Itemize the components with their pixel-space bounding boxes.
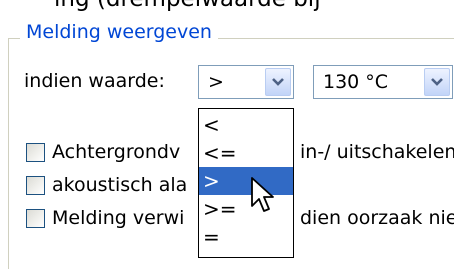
mouse-pointer-icon bbox=[251, 177, 274, 212]
threshold-value: 130 °C bbox=[323, 71, 389, 93]
chevron-down-icon bbox=[431, 78, 443, 86]
operator-option-eq[interactable]: = bbox=[199, 223, 293, 251]
operator-option-lte[interactable]: <= bbox=[199, 139, 293, 167]
checkbox-background-label-tail: in-/ uitschakelen bbox=[300, 141, 454, 163]
cropped-header-text: ing (drempelwaarde bij bbox=[54, 0, 454, 12]
checkbox-remove-message[interactable] bbox=[26, 209, 45, 228]
condition-label: indien waarde: bbox=[24, 70, 165, 92]
checkbox-remove-label: Melding verwi bbox=[52, 207, 185, 229]
threshold-combobox[interactable]: 130 °C bbox=[313, 65, 453, 99]
operator-option-gte[interactable]: >= bbox=[199, 195, 293, 223]
checkbox-remove-label-tail: dien oorzaak nie bbox=[300, 207, 454, 229]
operator-option-lt[interactable]: < bbox=[199, 111, 293, 139]
operator-dropdown-button[interactable] bbox=[265, 68, 291, 96]
checkbox-background[interactable] bbox=[26, 143, 45, 162]
operator-option-gt[interactable]: > bbox=[199, 167, 293, 195]
operator-dropdown-list[interactable]: < <= > >= = bbox=[198, 108, 294, 258]
checkbox-acoustic-alarm[interactable] bbox=[26, 176, 45, 195]
checkbox-acoustic-label: akoustisch ala bbox=[52, 174, 188, 196]
checkbox-background-label: Achtergrondv bbox=[52, 141, 181, 163]
threshold-dropdown-button[interactable] bbox=[424, 68, 450, 96]
operator-value: > bbox=[208, 71, 224, 93]
chevron-down-icon bbox=[272, 78, 284, 86]
operator-combobox[interactable]: > bbox=[198, 65, 294, 99]
group-title: Melding weergeven bbox=[20, 20, 218, 44]
